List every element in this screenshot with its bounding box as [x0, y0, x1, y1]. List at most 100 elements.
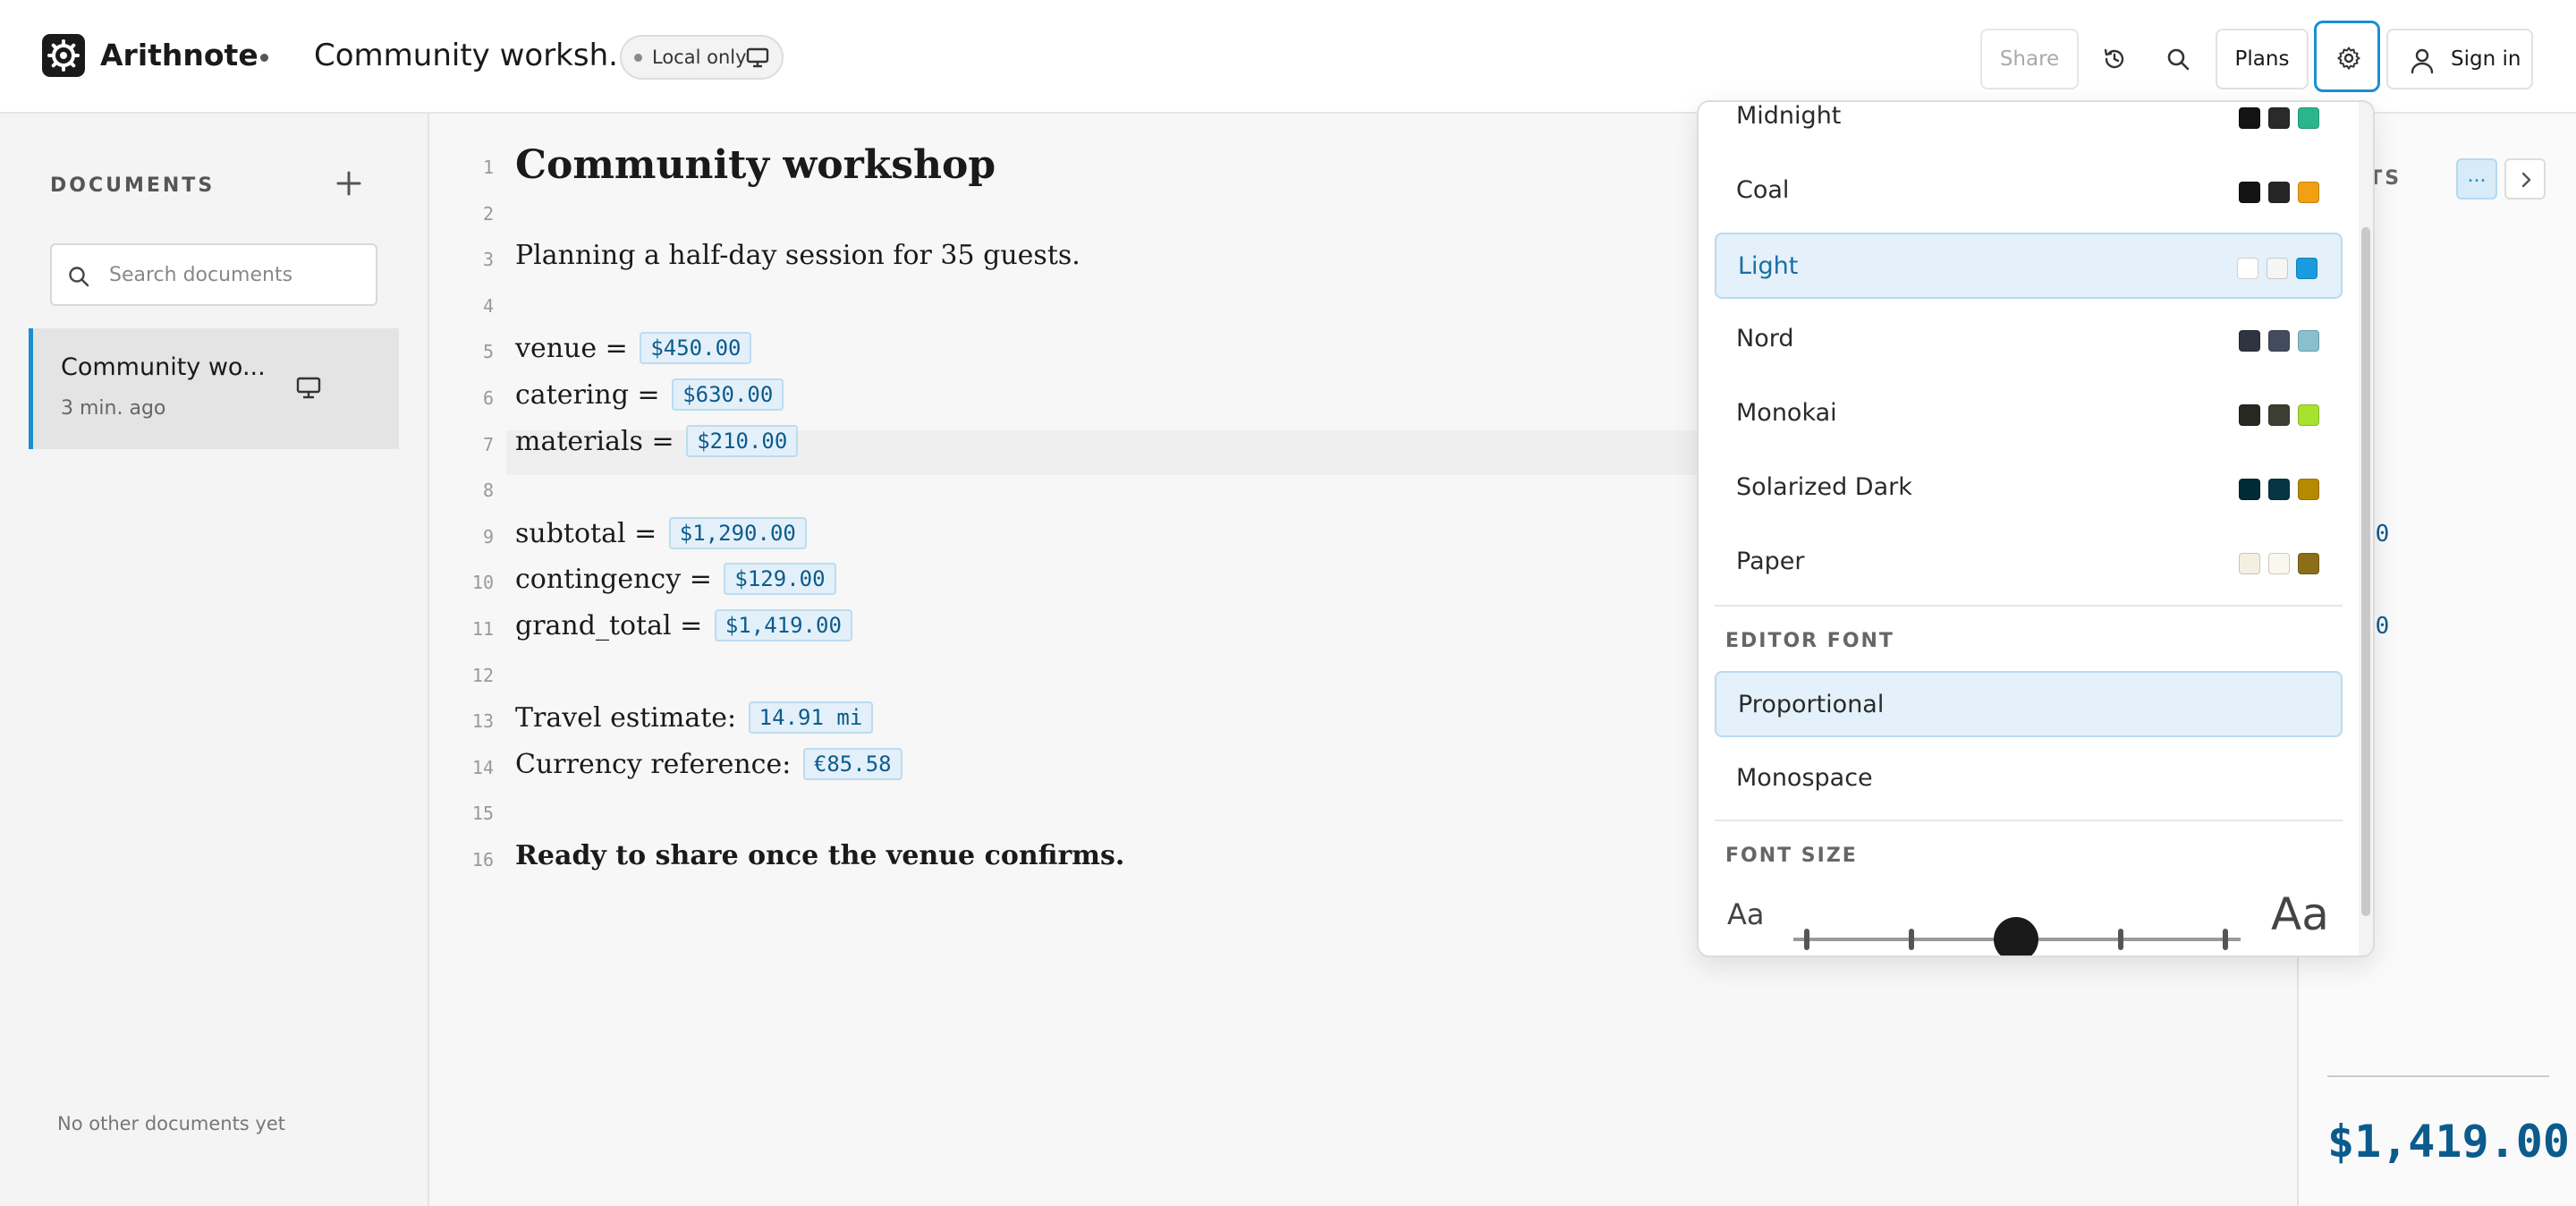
editor-line[interactable]: Currency reference: €85.58 [515, 747, 902, 780]
plans-button[interactable]: Plans [2216, 29, 2309, 89]
font-option[interactable]: Proportional [1715, 671, 2343, 737]
document-search[interactable] [50, 243, 377, 306]
editor-line[interactable]: materials = $210.00 [515, 424, 799, 457]
local-only-label: Local only [652, 47, 747, 68]
line-number: 8 [482, 480, 494, 502]
line-number: 11 [471, 618, 494, 640]
color-swatch [2239, 330, 2260, 352]
font-option[interactable]: Monospace [1715, 746, 2343, 812]
dropdown-divider [1715, 820, 2343, 821]
documents-heading: DOCUMENTS [50, 174, 216, 197]
sidebar-document-item[interactable]: Community wo... 3 min. ago [29, 328, 399, 449]
value-chip[interactable]: $1,290.00 [668, 516, 807, 549]
color-swatch [2268, 479, 2290, 500]
font-size-slider-handle[interactable] [1994, 917, 2038, 955]
color-swatch [2268, 330, 2290, 352]
theme-swatches [2229, 258, 2318, 279]
monitor-icon [296, 377, 321, 399]
theme-swatches [2231, 479, 2319, 500]
value-chip[interactable]: €85.58 [802, 747, 902, 780]
editor-line[interactable]: Ready to share once the venue confirms. [515, 840, 1124, 871]
theme-option[interactable]: Paper [1715, 530, 2343, 596]
editor-line[interactable]: contingency = $129.00 [515, 563, 836, 596]
share-button[interactable]: Share [1980, 29, 2079, 89]
app-logo-icon[interactable] [42, 34, 85, 77]
line-text: grand_total = [515, 610, 703, 641]
theme-name: Coal [1736, 176, 1790, 204]
color-swatch [2268, 107, 2290, 129]
add-document-icon[interactable] [333, 167, 365, 200]
font-size-heading: FONT SIZE [1725, 845, 1858, 867]
sign-in-label: Sign in [2451, 47, 2521, 71]
results-wrap-toggle[interactable]: ... [2456, 158, 2497, 200]
color-swatch [2239, 404, 2260, 426]
slider-tick [2118, 929, 2123, 950]
line-number: 15 [471, 803, 494, 825]
theme-name: Midnight [1736, 102, 1842, 130]
line-text: Ready to share once the venue confirms. [515, 840, 1125, 871]
line-text: Travel estimate: [515, 702, 737, 735]
editor-line[interactable]: venue = $450.00 [515, 332, 752, 365]
theme-option[interactable]: Coal [1715, 158, 2343, 225]
editor-line[interactable]: Travel estimate: 14.91 mi [515, 701, 874, 735]
editor-line[interactable]: Community workshop [515, 142, 996, 188]
theme-swatches [2231, 330, 2319, 352]
value-chip[interactable]: 14.91 mi [748, 701, 874, 735]
editor-line[interactable]: catering = $630.00 [515, 378, 784, 411]
settings-button[interactable] [2314, 21, 2380, 92]
color-swatch [2298, 479, 2319, 500]
color-swatch [2239, 107, 2260, 129]
editor-line[interactable]: Planning a half-day session for 35 guest… [515, 240, 1080, 271]
color-swatch [2268, 182, 2290, 203]
color-swatch [2268, 553, 2290, 574]
color-swatch [2239, 553, 2260, 574]
line-text: materials = [515, 425, 674, 457]
line-text: catering = [515, 379, 660, 411]
color-swatch [2296, 258, 2318, 279]
editor-font-heading: EDITOR FONT [1725, 630, 1894, 652]
value-chip[interactable]: $210.00 [686, 424, 799, 457]
search-documents-input[interactable] [109, 254, 369, 295]
line-number: 6 [482, 387, 494, 409]
theme-name: Light [1738, 252, 1799, 280]
local-only-badge[interactable]: Local only [620, 35, 784, 80]
dropdown-scrollbar-thumb[interactable] [2361, 227, 2370, 916]
editor-line[interactable]: subtotal = $1,290.00 [515, 516, 807, 549]
color-swatch [2237, 258, 2258, 279]
value-chip[interactable]: $450.00 [640, 332, 752, 365]
value-chip[interactable]: $630.00 [672, 378, 784, 411]
monitor-icon [746, 47, 769, 68]
history-button[interactable] [2086, 29, 2143, 89]
collapse-results-button[interactable] [2504, 158, 2546, 200]
theme-option[interactable]: Monokai [1715, 381, 2343, 447]
line-text: subtotal = [515, 517, 657, 549]
theme-option[interactable]: Midnight [1715, 102, 2343, 150]
sign-in-button[interactable]: Sign in [2386, 29, 2533, 89]
search-button[interactable] [2149, 29, 2207, 89]
theme-option[interactable]: Light [1715, 233, 2343, 299]
value-chip[interactable]: $1,419.00 [714, 609, 852, 641]
line-text: Planning a half-day session for 35 guest… [515, 240, 1080, 272]
color-swatch [2298, 553, 2319, 574]
font-size-large-label: Aa [2271, 888, 2329, 940]
status-dot [634, 54, 642, 62]
theme-swatches [2231, 107, 2319, 129]
theme-option[interactable]: Solarized Dark [1715, 455, 2343, 522]
color-swatch [2267, 258, 2288, 279]
search-icon [69, 267, 89, 287]
document-item-time: 3 min. ago [61, 397, 166, 420]
history-icon [2104, 48, 2124, 69]
font-name: Proportional [1738, 691, 1885, 718]
color-swatch [2268, 404, 2290, 426]
line-number: 13 [471, 710, 494, 733]
line-number: 16 [471, 849, 494, 871]
line-number: 2 [482, 202, 494, 225]
document-title[interactable]: Community worksh... [314, 34, 638, 77]
documents-sidebar: DOCUMENTS Community wo... 3 min. ago No … [0, 114, 429, 1206]
value-chip[interactable]: $129.00 [724, 563, 836, 596]
editor-line[interactable]: grand_total = $1,419.00 [515, 609, 852, 641]
theme-option[interactable]: Nord [1715, 307, 2343, 373]
line-text: Currency reference: [515, 748, 792, 780]
line-number: 5 [482, 341, 494, 363]
theme-name: Solarized Dark [1736, 473, 1912, 501]
